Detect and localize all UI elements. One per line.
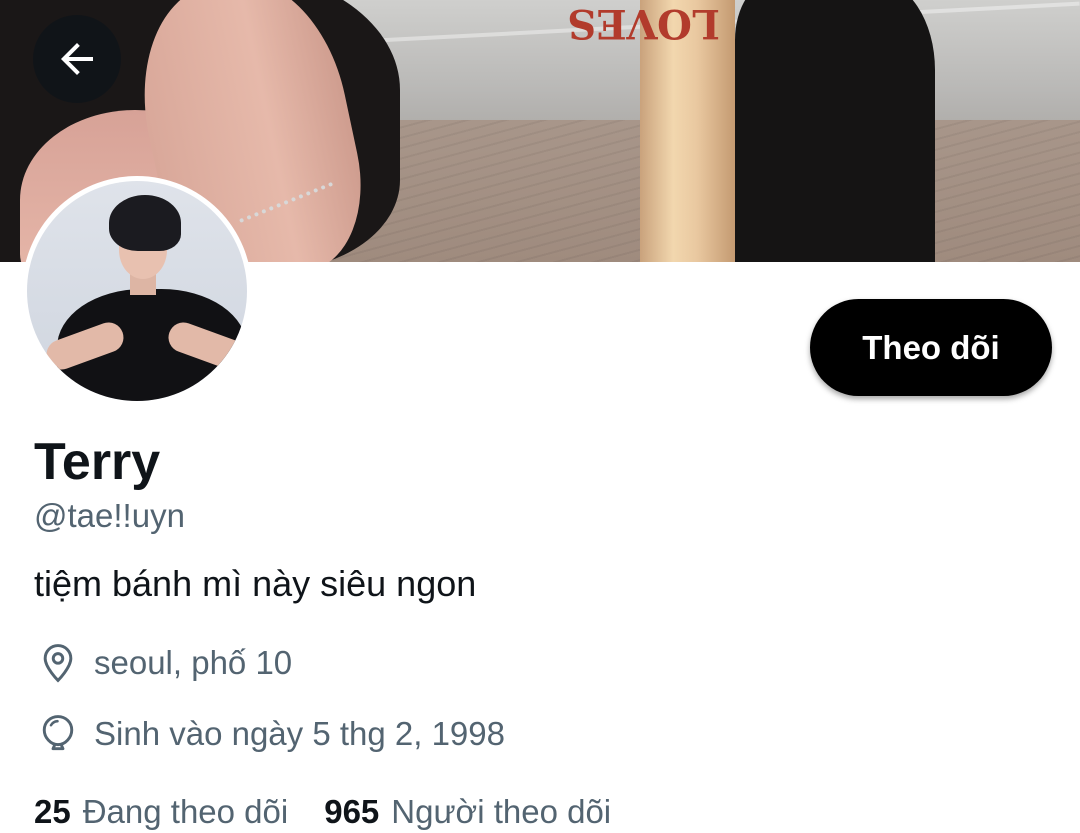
arrow-left-icon [53,35,101,83]
avatar[interactable] [22,176,252,406]
followers-count: 965 [324,793,380,830]
location-pin-icon [36,641,80,685]
follow-stats: 25 Đang theo dõi 965 Người theo dõi [34,792,611,832]
banner-clothing-right [735,0,935,262]
followers-stat[interactable]: 965 Người theo dõi [324,792,611,832]
back-button[interactable] [33,15,121,103]
location-row: seoul, phố 10 [36,641,292,685]
location-text: seoul, phố 10 [94,644,293,681]
avatar-image [27,181,247,401]
user-handle: @tae!!uyn [34,497,185,534]
follow-button[interactable]: Theo dõi [810,299,1052,396]
following-count: 25 [34,793,71,830]
following-label: Đang theo dõi [82,793,289,830]
banner-bat-text: LOVES [567,0,720,47]
following-stat[interactable]: 25 Đang theo dõi [34,792,288,832]
birthday-text: Sinh vào ngày 5 thg 2, 1998 [94,715,505,752]
birthday-row: Sinh vào ngày 5 thg 2, 1998 [36,712,505,756]
followers-label: Người theo dõi [391,793,612,830]
user-bio: tiệm bánh mì này siêu ngon [34,563,477,604]
display-name: Terry [34,433,161,491]
balloon-icon [36,712,80,756]
